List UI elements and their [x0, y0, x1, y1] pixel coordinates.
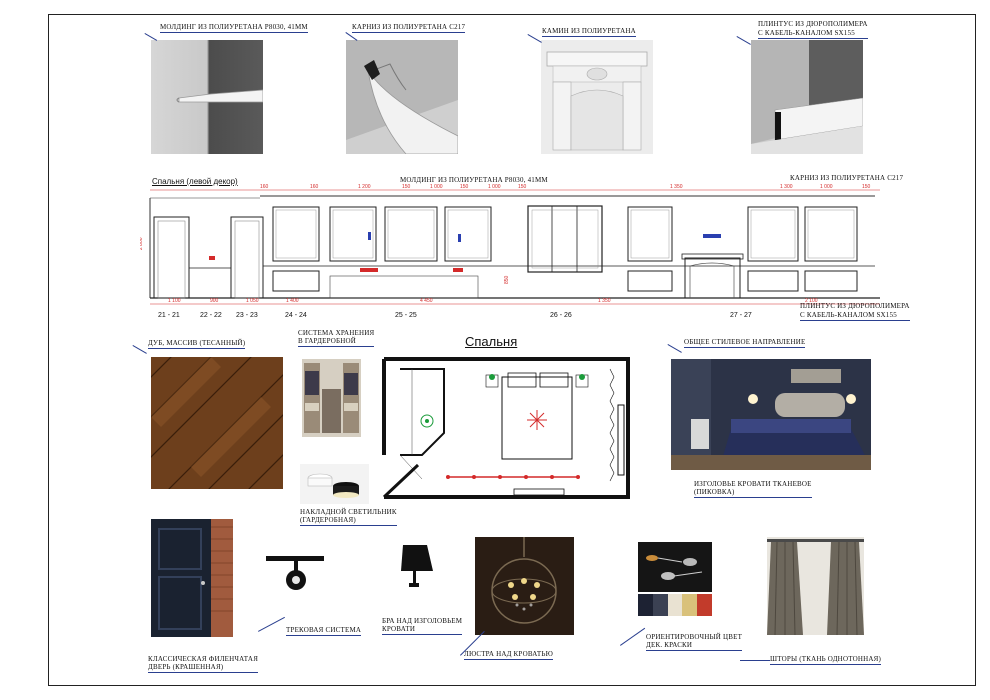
svg-text:1 350: 1 350	[598, 298, 611, 304]
svg-text:1 350: 1 350	[670, 184, 683, 190]
svg-text:160: 160	[310, 184, 319, 190]
style-label: ОБЩЕЕ СТИЛЕВОЕ НАПРАВЛЕНИЕ	[684, 338, 806, 348]
door-label: КЛАССИЧЕСКАЯ ФИЛЕНЧАТАЯ ДВЕРЬ (КРАШЕННАЯ…	[148, 655, 259, 673]
svg-text:4 450: 4 450	[420, 298, 433, 304]
molding-photo	[151, 40, 263, 154]
section-tag: 25 - 25	[395, 312, 417, 319]
fireplace-label: КАМИН ИЗ ПОЛИУРЕТАНА	[542, 27, 636, 37]
svg-text:150: 150	[862, 184, 871, 190]
svg-text:850: 850	[504, 275, 510, 284]
ceiling-light-photo	[300, 464, 369, 504]
floor-plan	[382, 357, 630, 499]
section-tag: 24 - 24	[285, 312, 307, 319]
svg-text:150: 150	[402, 184, 411, 190]
svg-text:150: 150	[460, 184, 469, 190]
section-tag: 22 - 22	[200, 312, 222, 319]
swatch	[667, 594, 683, 616]
wardrobe-label: СИСТЕМА ХРАНЕНИЯ В ГАРДЕРОБНОЙ	[298, 329, 375, 347]
door-photo	[151, 519, 233, 637]
svg-text:1 000: 1 000	[430, 184, 443, 190]
wardrobe-photo	[302, 359, 361, 437]
elevation-baseboard-note: ПЛИНТУС ИЗ ДЮРОПОЛИМЕРА С КАБЕЛЬ-КАНАЛОМ…	[800, 302, 910, 321]
sconce-label: БРА НАД ИЗГОЛОВЬЕМ КРОВАТИ	[382, 617, 463, 635]
section-tag: 23 - 23	[236, 312, 258, 319]
curtains-photo	[767, 537, 864, 635]
section-tag: 27 - 27	[730, 312, 752, 319]
section-tag: 21 - 21	[158, 312, 180, 319]
section-tag: 26 - 26	[550, 312, 572, 319]
spoons-photo	[638, 542, 712, 592]
chandelier-photo	[475, 537, 574, 635]
wall-elevation: 160 160 1 200 150 1 000 150 1 000 150 1 350 1 …	[140, 184, 880, 305]
ceiling-light-label: НАКЛАДНОЙ СВЕТИЛЬНИК (ГАРДЕРОБНАЯ)	[300, 508, 397, 526]
baseboard-label: ПЛИНТУС ИЗ ДЮРОПОЛИМЕРА С КАБЕЛЬ-КАНАЛОМ…	[758, 20, 868, 39]
paint-label: ОРИЕНТИРОВОЧНЫЙ ЦВЕТ ДЕК. КРАСКИ	[646, 633, 743, 651]
plan-title: Спальня	[465, 334, 518, 349]
track-label: ТРЕКОВАЯ СИСТЕМА	[286, 626, 362, 636]
svg-text:900: 900	[210, 298, 219, 304]
molding-label: МОЛДИНГ ИЗ ПОЛИУРЕТАНА Р8030, 41мм	[160, 23, 308, 33]
svg-text:1 200: 1 200	[358, 184, 371, 190]
oak-floor-photo	[151, 357, 283, 489]
track-photo	[264, 552, 326, 596]
svg-text:1 300: 1 300	[780, 184, 793, 190]
sconce-photo	[395, 541, 435, 591]
svg-text:1 000: 1 000	[820, 184, 833, 190]
cornice-label: КАРНИЗ ИЗ ПОЛИУРЕТАНА С217	[352, 23, 466, 33]
curtains-label: ШТОРЫ (ТКАНЬ ОДНОТОННАЯ)	[770, 655, 881, 665]
swatch	[682, 594, 698, 616]
oak-label: ДУБ, МАССИВ (ТЕСАННЫЙ)	[148, 339, 246, 349]
svg-text:150: 150	[518, 184, 527, 190]
baseboard-photo	[751, 40, 863, 154]
svg-text:1 050: 1 050	[246, 298, 259, 304]
svg-text:1 100: 1 100	[168, 298, 181, 304]
svg-text:2 800: 2 800	[140, 237, 144, 250]
chandelier-label: ЛЮСТРА НАД КРОВАТЬЮ	[464, 650, 553, 660]
svg-text:160: 160	[260, 184, 269, 190]
paint-swatches	[638, 594, 712, 616]
svg-text:1 400: 1 400	[286, 298, 299, 304]
style-photo	[671, 359, 871, 470]
svg-text:1 000: 1 000	[488, 184, 501, 190]
fireplace-photo	[541, 40, 653, 154]
cornice-photo	[346, 40, 458, 154]
bed-label: ИЗГОЛОВЬЕ КРОВАТИ ТКАНЕВОЕ (ПИКОВКА)	[694, 480, 812, 498]
swatch	[652, 594, 668, 616]
swatch	[697, 594, 712, 616]
swatch	[638, 594, 653, 616]
